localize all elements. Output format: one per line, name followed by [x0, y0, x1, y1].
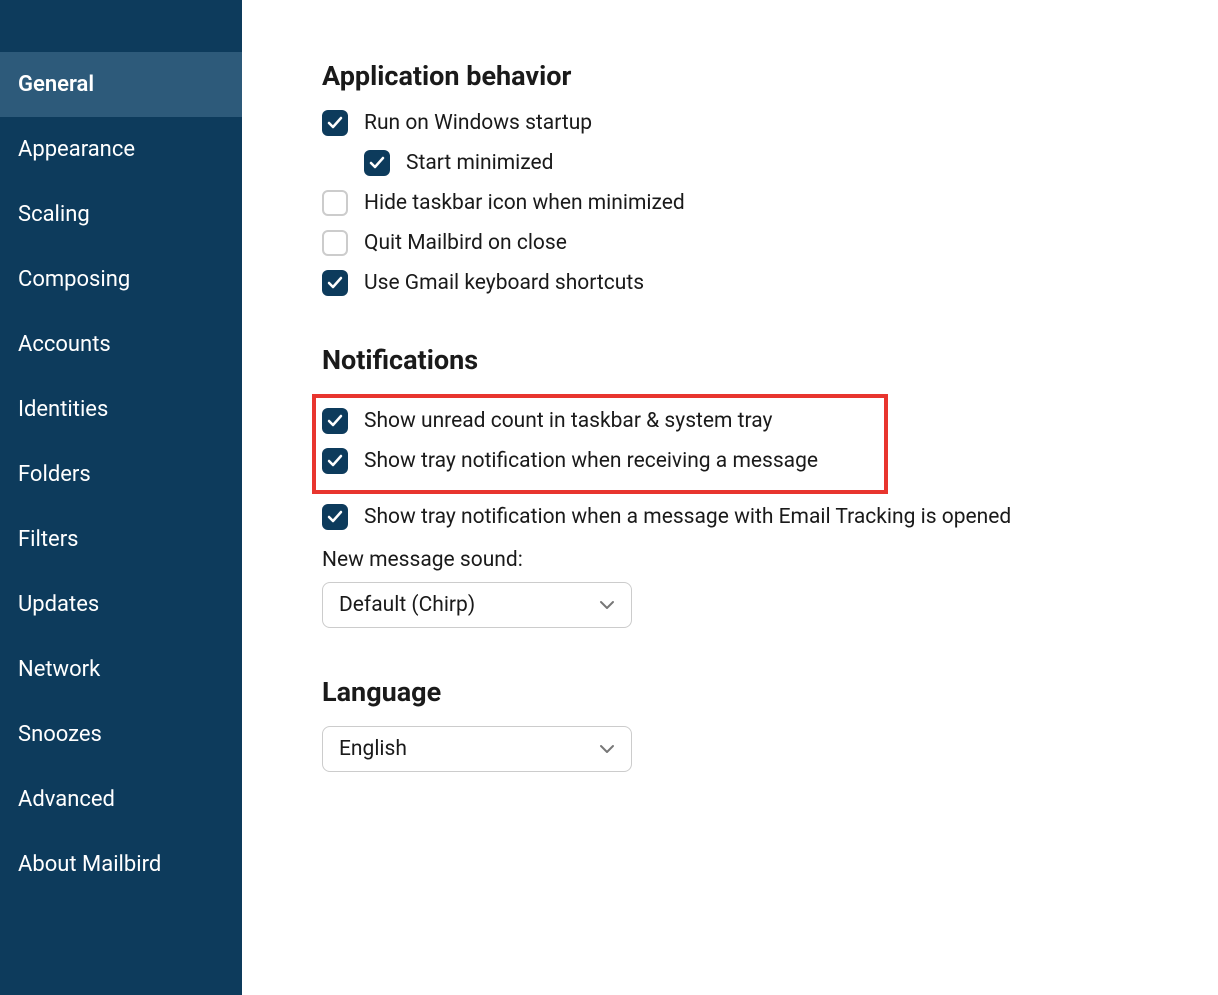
- checkbox-email-tracking[interactable]: [322, 504, 348, 530]
- option-unread-count[interactable]: Show unread count in taskbar & system tr…: [322, 408, 878, 434]
- select-value-language: English: [339, 737, 407, 761]
- label-email-tracking: Show tray notification when a message wi…: [364, 505, 1011, 529]
- select-value-sound: Default (Chirp): [339, 593, 475, 617]
- option-hide-taskbar[interactable]: Hide taskbar icon when minimized: [322, 190, 1138, 216]
- label-start-minimized: Start minimized: [406, 151, 553, 175]
- option-tray-notification[interactable]: Show tray notification when receiving a …: [322, 448, 878, 474]
- sidebar-item-about[interactable]: About Mailbird: [0, 832, 242, 897]
- checkmark-icon: [327, 509, 343, 525]
- checkmark-icon: [327, 453, 343, 469]
- section-title-behavior: Application behavior: [322, 60, 1138, 92]
- checkbox-quit-on-close[interactable]: [322, 230, 348, 256]
- sidebar: General Appearance Scaling Composing Acc…: [0, 0, 242, 995]
- chevron-down-icon: [599, 744, 615, 754]
- section-title-language: Language: [322, 676, 1138, 708]
- checkbox-run-on-startup[interactable]: [322, 110, 348, 136]
- sidebar-item-scaling[interactable]: Scaling: [0, 182, 242, 247]
- checkmark-icon: [369, 155, 385, 171]
- main-content: Application behavior Run on Windows star…: [242, 0, 1218, 995]
- section-notifications: Notifications Show unread count in taskb…: [322, 344, 1138, 628]
- sidebar-item-identities[interactable]: Identities: [0, 377, 242, 442]
- option-email-tracking[interactable]: Show tray notification when a message wi…: [322, 504, 1138, 530]
- chevron-down-icon: [599, 600, 615, 610]
- label-gmail-shortcuts: Use Gmail keyboard shortcuts: [364, 271, 644, 295]
- sidebar-item-snoozes[interactable]: Snoozes: [0, 702, 242, 767]
- checkbox-tray-notification[interactable]: [322, 448, 348, 474]
- label-quit-on-close: Quit Mailbird on close: [364, 231, 567, 255]
- section-application-behavior: Application behavior Run on Windows star…: [322, 60, 1138, 296]
- sidebar-item-composing[interactable]: Composing: [0, 247, 242, 312]
- select-language[interactable]: English: [322, 726, 632, 772]
- highlight-box: Show unread count in taskbar & system tr…: [312, 394, 888, 494]
- label-tray-notification: Show tray notification when receiving a …: [364, 449, 818, 473]
- option-quit-on-close[interactable]: Quit Mailbird on close: [322, 230, 1138, 256]
- checkmark-icon: [327, 115, 343, 131]
- label-hide-taskbar: Hide taskbar icon when minimized: [364, 191, 685, 215]
- sidebar-item-accounts[interactable]: Accounts: [0, 312, 242, 377]
- select-message-sound[interactable]: Default (Chirp): [322, 582, 632, 628]
- sidebar-item-general[interactable]: General: [0, 52, 242, 117]
- sidebar-item-appearance[interactable]: Appearance: [0, 117, 242, 182]
- checkbox-gmail-shortcuts[interactable]: [322, 270, 348, 296]
- checkbox-unread-count[interactable]: [322, 408, 348, 434]
- section-title-notifications: Notifications: [322, 344, 1138, 376]
- checkmark-icon: [327, 275, 343, 291]
- option-start-minimized[interactable]: Start minimized: [322, 150, 1138, 176]
- checkbox-hide-taskbar[interactable]: [322, 190, 348, 216]
- sidebar-item-filters[interactable]: Filters: [0, 507, 242, 572]
- label-sound: New message sound:: [322, 548, 1138, 572]
- sidebar-item-folders[interactable]: Folders: [0, 442, 242, 507]
- checkbox-start-minimized[interactable]: [364, 150, 390, 176]
- sidebar-item-updates[interactable]: Updates: [0, 572, 242, 637]
- option-gmail-shortcuts[interactable]: Use Gmail keyboard shortcuts: [322, 270, 1138, 296]
- option-run-on-startup[interactable]: Run on Windows startup: [322, 110, 1138, 136]
- label-unread-count: Show unread count in taskbar & system tr…: [364, 409, 772, 433]
- checkmark-icon: [327, 413, 343, 429]
- sidebar-item-network[interactable]: Network: [0, 637, 242, 702]
- section-language: Language English: [322, 676, 1138, 772]
- label-run-on-startup: Run on Windows startup: [364, 111, 592, 135]
- sidebar-item-advanced[interactable]: Advanced: [0, 767, 242, 832]
